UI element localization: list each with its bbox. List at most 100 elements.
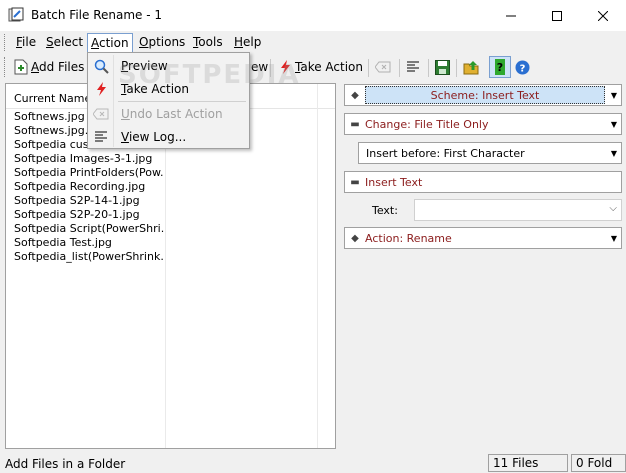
change-bar[interactable]: ▬ Change: File Title Only ▼ (344, 113, 622, 135)
menu-file-rest: ile (22, 35, 37, 49)
toolbar-separator (456, 59, 457, 77)
preview-button[interactable]: ew (251, 56, 268, 78)
close-icon (598, 10, 608, 21)
view-log-label: iew Log... (128, 130, 187, 144)
preview-label: review (128, 59, 168, 73)
take-action-label: ake Action (300, 60, 363, 74)
list-item[interactable]: Softpedia Test.jpg (14, 236, 164, 250)
toolbar-separator (428, 59, 429, 77)
list-item[interactable]: Softpedia Recording.jpg (14, 180, 164, 194)
take-action-button[interactable]: Take Action (278, 56, 363, 78)
lightning-icon (90, 78, 112, 100)
toolbar-separator (368, 59, 369, 77)
collapse-icon: ▬ (350, 176, 360, 188)
list-item[interactable]: Softpedia_list(PowerShrink... (14, 250, 164, 264)
preview-key: P (121, 59, 129, 73)
undo-button[interactable] (375, 56, 391, 78)
menu-options-rest: ptions (148, 35, 186, 49)
add-files-label: dd Files (39, 60, 85, 74)
context-help-button[interactable]: ? (489, 56, 511, 78)
text-input[interactable]: ⌵ (414, 199, 622, 221)
menu-tools[interactable]: Tools (190, 33, 226, 52)
status-folders-count: 0 Fold (571, 454, 626, 472)
insert-text-bar[interactable]: ▬ Insert Text (344, 171, 622, 193)
list-item[interactable]: Softpedia S2P-20-1.jpg (14, 208, 164, 222)
maximize-button[interactable] (534, 0, 580, 31)
eraser-icon (375, 61, 391, 73)
menu-item-undo-last-action: Undo Last Action (90, 103, 247, 125)
add-files-button[interactable]: Add Files (14, 56, 84, 78)
menu-select-key: S (46, 35, 54, 49)
lightning-icon (281, 60, 290, 74)
preview-label: ew (251, 60, 269, 74)
window-title: Batch File Rename - 1 (31, 8, 163, 22)
chevron-down-icon: ▼ (610, 119, 618, 129)
status-message: Add Files in a Folder (5, 457, 126, 471)
chevron-down-icon: ▼ (610, 148, 618, 158)
save-button[interactable] (435, 56, 450, 78)
insert-position-select[interactable]: Insert before: First Character ▼ (358, 142, 622, 164)
action-bar[interactable]: ◆ Action: Rename ▼ (344, 227, 622, 249)
column-divider (317, 84, 318, 448)
menu-separator (118, 101, 246, 102)
help-pointer-icon: ? (495, 59, 505, 75)
maximize-icon (552, 10, 562, 21)
menu-file[interactable]: File (13, 33, 39, 52)
menu-bar: File Select Action Options Tools Help (0, 31, 626, 53)
action-menu-dropdown: Preview Take Action Undo Last Action Vie… (87, 52, 250, 149)
menu-item-preview[interactable]: Preview (90, 55, 247, 77)
collapse-icon: ▬ (350, 118, 360, 130)
menu-select-rest: elect (53, 35, 84, 49)
close-button[interactable] (580, 0, 626, 31)
list-item[interactable]: Softpedia S2P-14-1.jpg (14, 194, 164, 208)
title-bar: Batch File Rename - 1 (0, 0, 626, 31)
insert-text-header: Insert Text (365, 175, 423, 189)
menu-grip (4, 34, 7, 51)
undo-eraser-icon (90, 103, 112, 125)
svg-text:?: ? (497, 61, 503, 74)
menu-item-take-action[interactable]: Take Action (90, 78, 247, 100)
add-files-key: A (31, 60, 39, 74)
chevron-down-icon: ▼ (610, 90, 618, 100)
action-label: Action: Rename (365, 231, 452, 245)
save-icon (435, 59, 450, 75)
minimize-button[interactable] (488, 0, 534, 31)
scheme-select[interactable]: Scheme: Insert Text (365, 86, 605, 104)
folder-up-arrow-icon (463, 61, 479, 75)
app-icon (8, 7, 24, 22)
view-log-key: V (121, 130, 129, 144)
toolbar-separator (270, 59, 271, 77)
magnifier-icon (90, 55, 112, 77)
list-item[interactable]: Softpedia Images-3-1.jpg (14, 152, 164, 166)
menu-tools-rest: ools (198, 35, 223, 49)
log-icon (407, 61, 419, 72)
add-files-icon (14, 59, 28, 75)
menu-action[interactable]: Action (87, 33, 133, 52)
menu-help[interactable]: Help (231, 33, 264, 52)
menu-action-rest: ction (99, 36, 129, 50)
help-circle-icon: ? (515, 60, 530, 74)
menu-options[interactable]: Options (136, 33, 188, 52)
menu-help-key: H (234, 35, 244, 49)
menu-help-rest: elp (243, 35, 262, 49)
status-files-count: 11 Files (488, 454, 568, 472)
help-button[interactable]: ? (515, 56, 530, 78)
minimize-icon (506, 15, 516, 16)
change-label: Change: File Title Only (365, 117, 489, 131)
scheme-bar[interactable]: ◆ Scheme: Insert Text ▼ (344, 84, 622, 106)
menu-item-view-log[interactable]: View Log... (90, 126, 247, 148)
list-item[interactable]: Softpedia Script(PowerShri... (14, 222, 164, 236)
column-header-current-name[interactable]: Current Name (14, 92, 91, 105)
menu-action-key: A (91, 36, 99, 50)
text-field-label: Text: (372, 204, 398, 217)
diamond-icon: ◆ (351, 232, 359, 244)
take-action-label: ake Action (126, 82, 189, 96)
export-button[interactable] (463, 56, 479, 78)
insert-position-value: Insert before: First Character (366, 146, 525, 160)
undo-label: ndo Last Action (129, 107, 223, 121)
menu-select[interactable]: Select (43, 33, 86, 52)
list-item[interactable]: Softpedia PrintFolders(Pow... (14, 166, 164, 180)
status-bar: Add Files in a Folder 11 Files 0 Fold (0, 453, 626, 473)
view-log-button[interactable] (406, 56, 420, 78)
undo-key: U (121, 107, 130, 121)
